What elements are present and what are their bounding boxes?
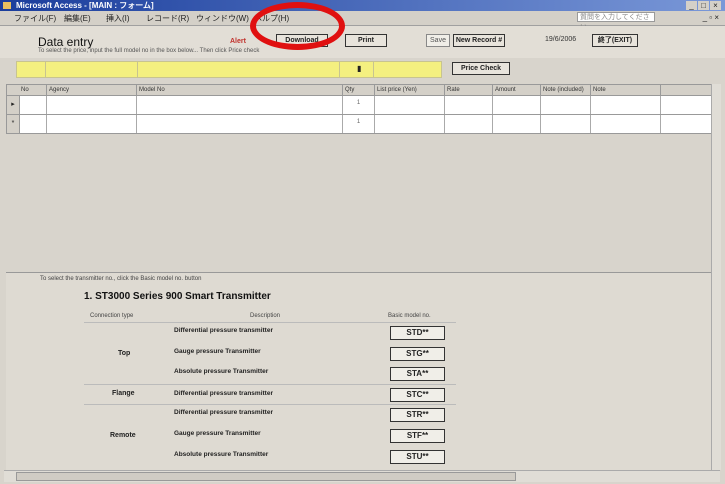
close-button[interactable]: × xyxy=(710,1,721,10)
col-agency: Agency xyxy=(47,85,137,95)
col-list-price: List price (Yen) xyxy=(375,85,445,95)
vertical-scrollbar[interactable] xyxy=(711,84,721,470)
section-title: 1. ST3000 Series 900 Smart Transmitter xyxy=(84,291,271,302)
cell-note[interactable] xyxy=(591,96,661,114)
desc-label: Gauge pressure Transmitter xyxy=(174,430,261,437)
cell-note-included[interactable] xyxy=(541,115,591,133)
window-title: Microsoft Access - [MAIN : フォーム] xyxy=(16,1,154,10)
menu-records[interactable]: レコード(R) xyxy=(146,13,189,24)
input-divider xyxy=(373,62,374,77)
model-std-button[interactable]: STD** xyxy=(390,326,445,340)
cell-list-price[interactable] xyxy=(375,96,445,114)
horizontal-scrollbar[interactable] xyxy=(4,470,720,482)
col-amount: Amount xyxy=(493,85,541,95)
instruction-text: To select the transmitter no., click the… xyxy=(40,276,202,282)
cell-agency[interactable] xyxy=(47,96,137,114)
divider xyxy=(84,404,456,405)
cell-note-included[interactable] xyxy=(541,96,591,114)
new-record-button[interactable]: New Record # xyxy=(453,34,505,47)
window-controls: _ □ × xyxy=(685,1,721,10)
model-sta-button[interactable]: STA** xyxy=(390,367,445,381)
desc-label: Gauge pressure Transmitter xyxy=(174,348,261,355)
col-note: Note xyxy=(591,85,661,95)
cell-no[interactable] xyxy=(19,96,47,114)
cell-qty[interactable]: 1 xyxy=(343,115,375,133)
menu-file[interactable]: ファイル(F) xyxy=(14,13,56,24)
cell-rate[interactable] xyxy=(445,96,493,114)
header-description: Description xyxy=(250,313,281,319)
desc-label: Differential pressure transmitter xyxy=(174,327,273,334)
save-button[interactable]: Save xyxy=(426,34,450,47)
maximize-button[interactable]: □ xyxy=(698,1,709,10)
desc-label: Differential pressure transmitter xyxy=(174,390,273,397)
model-stg-button[interactable]: STG** xyxy=(390,347,445,361)
cell-note[interactable] xyxy=(591,115,661,133)
menu-insert[interactable]: 挿入(I) xyxy=(106,13,130,24)
text-cursor: ▮ xyxy=(357,64,362,73)
mdi-controls[interactable]: _ ▫ × xyxy=(703,13,719,22)
input-divider xyxy=(45,62,46,77)
desc-label: Absolute pressure Transmitter xyxy=(174,368,269,375)
page-subtitle: To select the price, input the full mode… xyxy=(38,48,260,54)
help-search-input[interactable]: 質問を入力してください xyxy=(577,12,655,31)
desc-label: Absolute pressure Transmitter xyxy=(174,451,269,458)
model-stf-button[interactable]: STF** xyxy=(390,429,445,443)
header-basic-model: Basic model no. xyxy=(388,313,431,319)
cell-list-price[interactable] xyxy=(375,115,445,133)
model-input-bar[interactable] xyxy=(16,61,442,78)
cell-rate[interactable] xyxy=(445,115,493,133)
alert-label: Alert xyxy=(230,38,246,45)
print-button[interactable]: Print xyxy=(345,34,387,47)
cell-no[interactable] xyxy=(19,115,47,133)
divider xyxy=(84,384,456,385)
price-check-button[interactable]: Price Check xyxy=(452,62,510,75)
input-divider xyxy=(339,62,340,77)
cell-model-no[interactable] xyxy=(137,115,343,133)
type-top: Top xyxy=(118,350,131,357)
col-no: No xyxy=(19,85,47,95)
window-title-bar: Microsoft Access - [MAIN : フォーム] _ □ × xyxy=(0,0,725,11)
desc-label: Differential pressure transmitter xyxy=(174,409,273,416)
table-row[interactable]: ▸ 1 xyxy=(6,95,716,115)
header-connection-type: Connection type xyxy=(90,313,134,319)
menu-bar: ファイル(F) 編集(E) 挿入(I) レコード(R) ウィンドウ(W) ヘルプ… xyxy=(0,11,725,31)
app-icon xyxy=(3,2,11,9)
cell-model-no[interactable] xyxy=(137,96,343,114)
model-stu-button[interactable]: STU** xyxy=(390,450,445,464)
annotation-circle xyxy=(250,2,345,50)
date-display: 19/6/2006 xyxy=(545,36,577,43)
page-title: Data entry xyxy=(38,35,94,49)
col-note-included: Note (included) xyxy=(541,85,591,95)
menu-window[interactable]: ウィンドウ(W) xyxy=(196,13,249,24)
input-divider xyxy=(137,62,138,77)
cell-agency[interactable] xyxy=(47,115,137,133)
col-model-no: Model No xyxy=(137,85,343,95)
menu-edit[interactable]: 編集(E) xyxy=(64,13,91,24)
cell-amount[interactable] xyxy=(493,115,541,133)
cell-qty[interactable]: 1 xyxy=(343,96,375,114)
type-flange: Flange xyxy=(112,390,135,397)
minimize-button[interactable]: _ xyxy=(686,1,697,10)
model-str-button[interactable]: STR** xyxy=(390,408,445,422)
col-rate: Rate xyxy=(445,85,493,95)
col-qty: Qty xyxy=(343,85,375,95)
scroll-thumb[interactable] xyxy=(16,472,516,481)
divider xyxy=(84,322,456,323)
type-remote: Remote xyxy=(110,432,136,439)
table-row[interactable]: * 1 xyxy=(6,114,716,134)
model-stc-button[interactable]: STC** xyxy=(390,388,445,402)
exit-button[interactable]: 終了(EXIT) xyxy=(592,34,638,47)
cell-amount[interactable] xyxy=(493,96,541,114)
